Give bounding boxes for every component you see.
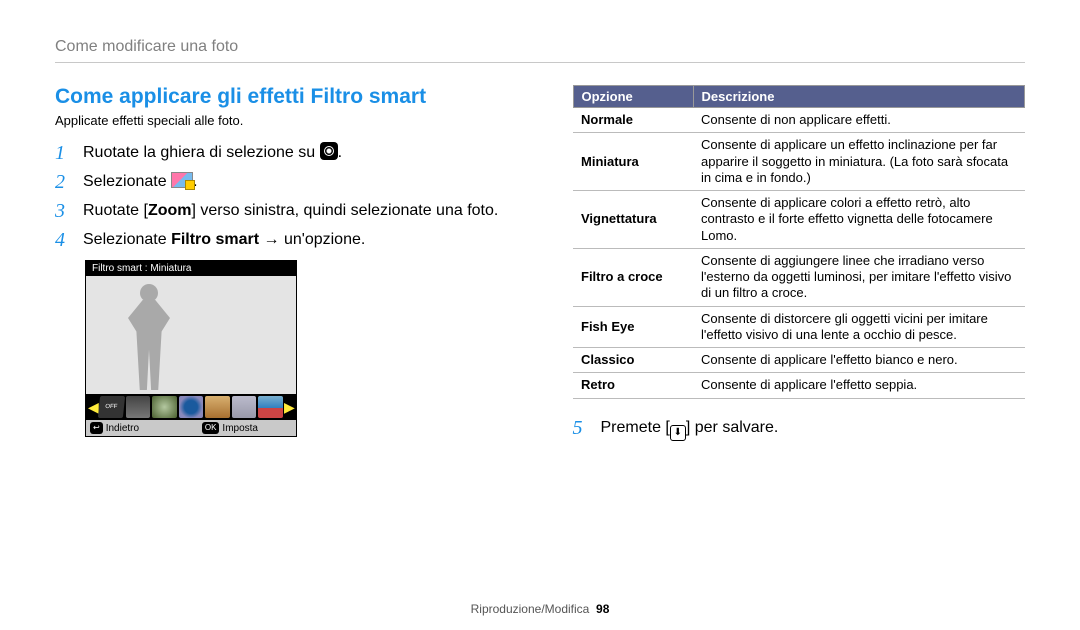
thumb[interactable] bbox=[258, 396, 283, 418]
step-text: → un'opzione. bbox=[259, 231, 365, 248]
opt-name: Retro bbox=[573, 373, 693, 398]
breadcrumb: Come modificare una foto bbox=[55, 38, 1025, 56]
step-2: 2 Selezionate . bbox=[55, 171, 508, 194]
table-row: Filtro a croceConsente di aggiungere lin… bbox=[573, 248, 1025, 306]
table-row: ClassicoConsente di applicare l'effetto … bbox=[573, 348, 1025, 373]
right-column: Opzione Descrizione NormaleConsente di n… bbox=[573, 85, 1026, 447]
step-text: ] per salvare. bbox=[686, 419, 778, 436]
back-key-icon: ↩ bbox=[90, 422, 103, 434]
col-option: Opzione bbox=[573, 86, 693, 108]
step-text: Premete [ bbox=[601, 419, 670, 436]
step-number: 5 bbox=[573, 417, 597, 440]
ok-key-icon: OK bbox=[202, 422, 220, 434]
step-text: Selezionate bbox=[83, 231, 171, 248]
step-number: 4 bbox=[55, 229, 79, 252]
steps-list-right: 5 Premete [⬇] per salvare. bbox=[573, 417, 1026, 441]
opt-desc: Consente di applicare colori a effetto r… bbox=[693, 191, 1025, 249]
step-bold: Zoom bbox=[148, 202, 192, 219]
step-5: 5 Premete [⬇] per salvare. bbox=[573, 417, 1026, 441]
preview-footer: ↩ Indietro OK Imposta bbox=[86, 420, 296, 436]
opt-name: Miniatura bbox=[573, 133, 693, 191]
options-table: Opzione Descrizione NormaleConsente di n… bbox=[573, 85, 1026, 399]
step-text: Ruotate [ bbox=[83, 202, 148, 219]
down-button-icon: ⬇ bbox=[670, 425, 686, 441]
page-footer: Riproduzione/Modifica 98 bbox=[0, 602, 1080, 616]
footer-section: Riproduzione/Modifica bbox=[471, 602, 590, 616]
thumb[interactable] bbox=[179, 396, 204, 418]
step-3: 3 Ruotate [Zoom] verso sinistra, quindi … bbox=[55, 200, 508, 223]
next-thumb-button[interactable]: ▶ bbox=[284, 399, 294, 416]
divider bbox=[55, 62, 1025, 63]
footer-page: 98 bbox=[596, 602, 609, 616]
thumb[interactable] bbox=[126, 396, 151, 418]
table-row: RetroConsente di applicare l'effetto sep… bbox=[573, 373, 1025, 398]
mode-dial-icon bbox=[320, 142, 338, 160]
preview-image bbox=[86, 276, 296, 394]
step-text: Selezionate bbox=[83, 173, 171, 190]
ok-label: Imposta bbox=[222, 423, 258, 434]
step-text: Ruotate la ghiera di selezione su bbox=[83, 144, 320, 161]
step-number: 3 bbox=[55, 200, 79, 223]
prev-thumb-button[interactable]: ◀ bbox=[88, 399, 98, 416]
thumbnail-strip: ◀ OFF ▶ bbox=[86, 394, 296, 420]
step-1: 1 Ruotate la ghiera di selezione su . bbox=[55, 142, 508, 165]
steps-list: 1 Ruotate la ghiera di selezione su . 2 … bbox=[55, 142, 508, 252]
opt-desc: Consente di applicare un effetto inclina… bbox=[693, 133, 1025, 191]
table-row: Fish EyeConsente di distorcere gli ogget… bbox=[573, 306, 1025, 348]
opt-desc: Consente di distorcere gli oggetti vicin… bbox=[693, 306, 1025, 348]
ok-button[interactable]: OK Imposta bbox=[202, 422, 258, 434]
camera-preview: Filtro smart : Miniatura ◀ OFF ▶ ↩ bbox=[85, 260, 297, 437]
silhouette-icon bbox=[124, 284, 174, 390]
photo-edit-icon bbox=[171, 172, 193, 188]
step-text: . bbox=[338, 144, 342, 161]
col-description: Descrizione bbox=[693, 86, 1025, 108]
thumb[interactable] bbox=[232, 396, 257, 418]
opt-desc: Consente di applicare l'effetto bianco e… bbox=[693, 348, 1025, 373]
opt-name: Normale bbox=[573, 108, 693, 133]
opt-name: Filtro a croce bbox=[573, 248, 693, 306]
step-text: ] verso sinistra, quindi selezionate una… bbox=[191, 202, 498, 219]
opt-name: Classico bbox=[573, 348, 693, 373]
section-intro: Applicate effetti speciali alle foto. bbox=[55, 113, 508, 128]
table-row: VignettaturaConsente di applicare colori… bbox=[573, 191, 1025, 249]
opt-desc: Consente di non applicare effetti. bbox=[693, 108, 1025, 133]
left-column: Come applicare gli effetti Filtro smart … bbox=[55, 85, 508, 447]
back-label: Indietro bbox=[106, 423, 139, 434]
thumb-off[interactable]: OFF bbox=[98, 396, 125, 418]
step-number: 1 bbox=[55, 142, 79, 165]
back-button[interactable]: ↩ Indietro bbox=[90, 422, 139, 434]
opt-name: Vignettatura bbox=[573, 191, 693, 249]
preview-titlebar: Filtro smart : Miniatura bbox=[86, 261, 296, 276]
opt-name: Fish Eye bbox=[573, 306, 693, 348]
table-row: NormaleConsente di non applicare effetti… bbox=[573, 108, 1025, 133]
table-row: MiniaturaConsente di applicare un effett… bbox=[573, 133, 1025, 191]
step-4: 4 Selezionate Filtro smart → un'opzione. bbox=[55, 229, 508, 252]
thumb[interactable] bbox=[152, 396, 177, 418]
opt-desc: Consente di aggiungere linee che irradia… bbox=[693, 248, 1025, 306]
step-number: 2 bbox=[55, 171, 79, 194]
step-bold: Filtro smart bbox=[171, 231, 259, 248]
thumb[interactable] bbox=[205, 396, 230, 418]
section-heading: Come applicare gli effetti Filtro smart bbox=[55, 85, 508, 109]
opt-desc: Consente di applicare l'effetto seppia. bbox=[693, 373, 1025, 398]
